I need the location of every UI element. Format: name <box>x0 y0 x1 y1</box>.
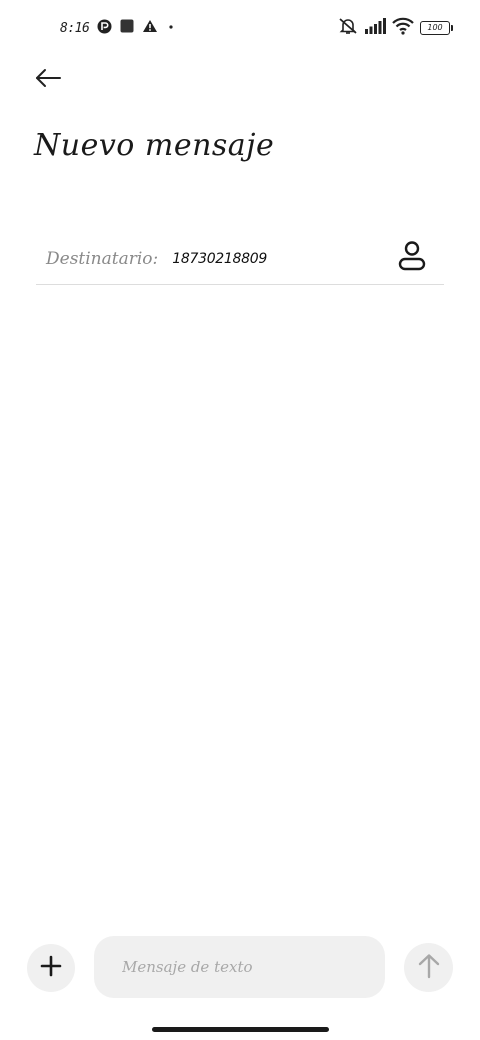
home-indicator[interactable] <box>152 1027 329 1032</box>
warning-icon <box>142 19 158 37</box>
back-button[interactable] <box>28 62 68 98</box>
message-box[interactable] <box>94 936 385 998</box>
message-input[interactable] <box>120 957 364 977</box>
recipient-row[interactable]: Destinatario: 18730218809 <box>36 234 444 285</box>
plus-icon <box>40 955 62 981</box>
page-title: Nuevo mensaje <box>34 128 275 163</box>
status-left: 8:16 <box>60 16 176 40</box>
battery-icon: 100 <box>420 21 453 35</box>
mute-icon <box>338 17 358 39</box>
signal-icon <box>364 18 386 38</box>
arrow-up-icon <box>417 953 441 983</box>
recipient-input[interactable]: 18730218809 <box>172 251 267 267</box>
battery-level: 100 <box>427 23 443 32</box>
person-icon <box>397 240 427 276</box>
status-right: 100 <box>338 16 453 40</box>
select-contact-button[interactable] <box>394 240 430 276</box>
wifi-icon <box>392 17 414 39</box>
app-notification-icon <box>97 19 112 38</box>
dot-icon <box>166 21 176 36</box>
status-time: 8:16 <box>60 20 90 36</box>
add-attachment-button[interactable] <box>27 944 75 992</box>
arrow-left-icon <box>34 67 62 93</box>
send-button[interactable] <box>404 943 453 992</box>
status-bar: 8:16 100 <box>0 0 480 56</box>
square-notification-icon <box>120 19 134 37</box>
recipient-label: Destinatario: <box>46 249 159 269</box>
